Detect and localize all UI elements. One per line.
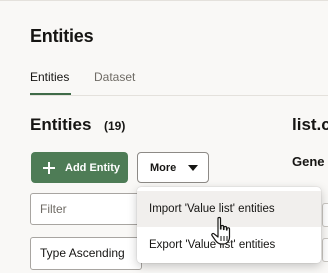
filter-input[interactable] bbox=[30, 193, 142, 225]
detail-subheading: Gene bbox=[292, 154, 325, 169]
more-button[interactable]: More bbox=[137, 152, 209, 183]
detail-field[interactable] bbox=[322, 238, 328, 262]
add-entity-label: Add Entity bbox=[65, 161, 120, 174]
entities-count: (19) bbox=[104, 119, 126, 133]
detail-title: list.c bbox=[292, 115, 328, 134]
tabs-divider bbox=[30, 95, 328, 96]
detail-field[interactable] bbox=[322, 203, 328, 227]
top-divider bbox=[0, 0, 328, 1]
plus-icon bbox=[43, 161, 55, 174]
hand-pointer-icon bbox=[211, 216, 231, 245]
tab-entities[interactable]: Entities bbox=[30, 70, 69, 84]
more-label: More bbox=[150, 161, 177, 174]
entities-section-title: Entities bbox=[30, 115, 92, 134]
add-entity-button[interactable]: Add Entity bbox=[31, 152, 128, 183]
caret-down-icon bbox=[188, 164, 199, 171]
sort-select[interactable]: Type Ascending bbox=[30, 237, 142, 270]
tab-dataset[interactable]: Dataset bbox=[94, 70, 135, 84]
page-title: Entities bbox=[30, 26, 94, 46]
